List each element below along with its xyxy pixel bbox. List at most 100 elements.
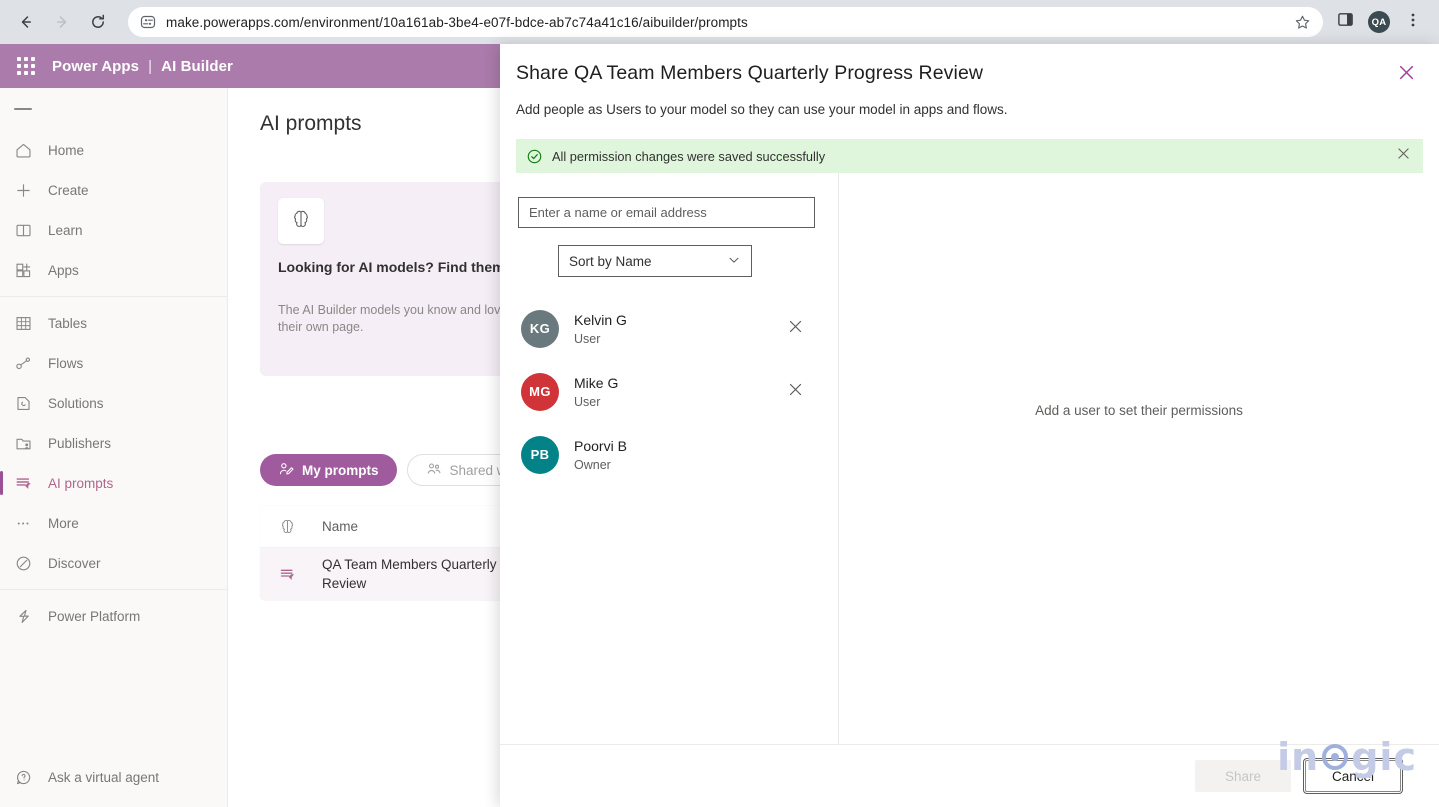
- sidebar-item-label: Publishers: [48, 435, 112, 451]
- sidebar-item-publishers[interactable]: Publishers: [0, 423, 227, 463]
- sidebar-item-create[interactable]: Create: [0, 170, 227, 210]
- table-grid-icon: [14, 314, 40, 333]
- share-panel-footer: Share Cancel: [500, 744, 1439, 807]
- section-name: AI Builder: [161, 57, 233, 75]
- sidebar-item-label: Discover: [48, 555, 101, 571]
- sidebar-item-label: Create: [48, 182, 89, 198]
- product-name: Power Apps: [52, 57, 140, 75]
- side-panel-icon: [1337, 11, 1354, 33]
- reload-button[interactable]: [82, 6, 114, 38]
- sidebar-item-label: More: [48, 515, 79, 531]
- prompt-name: QA Team Members Quarterly Review: [322, 556, 497, 591]
- share-panel-subtitle: Add people as Users to your model so the…: [516, 102, 1008, 117]
- list-item[interactable]: PB Poorvi B Owner: [518, 423, 814, 486]
- people-icon: [426, 461, 442, 480]
- cancel-button[interactable]: Cancel: [1303, 758, 1403, 794]
- ai-brain-icon: [289, 207, 313, 236]
- sort-dropdown[interactable]: Sort by Name: [558, 245, 752, 277]
- share-button[interactable]: Share: [1195, 760, 1291, 792]
- title-separator: |: [148, 57, 153, 75]
- chevron-down-icon: [727, 253, 741, 270]
- ellipsis-icon: [14, 514, 40, 533]
- side-panel-button[interactable]: [1331, 8, 1359, 36]
- site-settings-icon[interactable]: [140, 14, 156, 30]
- publishers-icon: [14, 434, 40, 453]
- app-title: Power Apps | AI Builder: [52, 58, 233, 75]
- close-icon: [788, 382, 803, 402]
- banner-close-button[interactable]: [1393, 146, 1413, 166]
- close-icon: [1398, 64, 1415, 86]
- page-title: AI prompts: [260, 112, 362, 135]
- user-role: User: [574, 395, 601, 410]
- back-arrow-icon: [17, 13, 35, 31]
- forward-arrow-icon: [53, 13, 71, 31]
- success-check-icon: [526, 148, 543, 165]
- list-item[interactable]: MG Mike G User: [518, 360, 814, 423]
- tab-my-prompts[interactable]: My prompts: [260, 454, 397, 486]
- sidebar-item-label: Power Platform: [48, 608, 141, 624]
- back-button[interactable]: [10, 6, 42, 38]
- sidebar-toggle-button[interactable]: [0, 88, 227, 130]
- share-panel-body: Sort by Name KG Kelvin G User: [500, 173, 1439, 744]
- home-icon: [14, 141, 40, 160]
- sidebar-item-label: Learn: [48, 222, 83, 238]
- browser-actions: QA: [1331, 8, 1429, 36]
- sidebar-item-label: Flows: [48, 355, 84, 371]
- sidebar-item-learn[interactable]: Learn: [0, 210, 227, 250]
- sidebar-item-more[interactable]: More: [0, 503, 227, 543]
- forward-button[interactable]: [46, 6, 78, 38]
- address-bar[interactable]: make.powerapps.com/environment/10a161ab-…: [128, 7, 1323, 37]
- hamburger-menu-icon: [14, 108, 32, 110]
- reload-icon: [89, 13, 107, 31]
- person-search-input[interactable]: [518, 197, 815, 228]
- remove-user-placeholder: [784, 444, 806, 466]
- prompt-filter-tabs: My prompts Shared with: [260, 454, 540, 486]
- remove-user-button[interactable]: [784, 318, 806, 340]
- sidebar-item-label: Apps: [48, 262, 79, 278]
- sidebar-item-tables[interactable]: Tables: [0, 303, 227, 343]
- flow-icon: [14, 354, 40, 373]
- sort-selected-value: Sort by Name: [569, 253, 652, 269]
- sidebar-item-solutions[interactable]: Solutions: [0, 383, 227, 423]
- promo-body: The AI Builder models you know and love …: [278, 303, 538, 334]
- sidebar-item-label: Tables: [48, 315, 88, 331]
- solutions-icon: [14, 394, 40, 413]
- sidebar-item-apps[interactable]: Apps: [0, 250, 227, 290]
- remove-user-button[interactable]: [784, 381, 806, 403]
- sidebar-item-ask-virtual-agent[interactable]: Ask a virtual agent: [0, 757, 227, 797]
- permissions-pane: Add a user to set their permissions: [839, 173, 1439, 744]
- share-panel: Share QA Team Members Quarterly Progress…: [500, 44, 1439, 807]
- share-panel-close-button[interactable]: [1393, 62, 1419, 88]
- question-chat-icon: [14, 768, 40, 787]
- user-role: User: [574, 332, 601, 347]
- apps-grid-icon: [14, 261, 40, 280]
- sidebar-divider: [0, 296, 227, 297]
- brain-outline-icon: [278, 517, 322, 536]
- success-banner-text: All permission changes were saved succes…: [552, 148, 826, 164]
- plus-icon: [14, 181, 40, 200]
- sidebar-item-discover[interactable]: Discover: [0, 543, 227, 583]
- sidebar-item-ai-prompts[interactable]: AI prompts: [0, 463, 227, 503]
- user-meta: Poorvi B Owner: [574, 437, 784, 473]
- three-dot-menu-icon: [1405, 12, 1421, 33]
- ai-prompt-icon: [278, 565, 322, 584]
- discover-icon: [14, 554, 40, 573]
- sidebar-item-home[interactable]: Home: [0, 130, 227, 170]
- person-edit-icon: [278, 461, 294, 480]
- browser-menu-button[interactable]: [1399, 8, 1427, 36]
- share-panel-title: Share QA Team Members Quarterly Progress…: [516, 62, 984, 84]
- user-name: Kelvin G: [574, 311, 627, 328]
- star-icon[interactable]: [1294, 14, 1311, 31]
- ai-prompts-icon: [14, 474, 40, 493]
- sidebar-item-label: Ask a virtual agent: [48, 769, 160, 785]
- sidebar-item-flows[interactable]: Flows: [0, 343, 227, 383]
- list-item[interactable]: KG Kelvin G User: [518, 297, 814, 360]
- profile-button[interactable]: QA: [1365, 8, 1393, 36]
- app-launcher-icon[interactable]: [12, 52, 40, 80]
- book-icon: [14, 221, 40, 240]
- sort-control-wrapper: Sort by Name: [558, 245, 814, 277]
- sidebar-item-power-platform[interactable]: Power Platform: [0, 596, 227, 636]
- user-meta: Kelvin G User: [574, 311, 784, 347]
- user-meta: Mike G User: [574, 374, 784, 410]
